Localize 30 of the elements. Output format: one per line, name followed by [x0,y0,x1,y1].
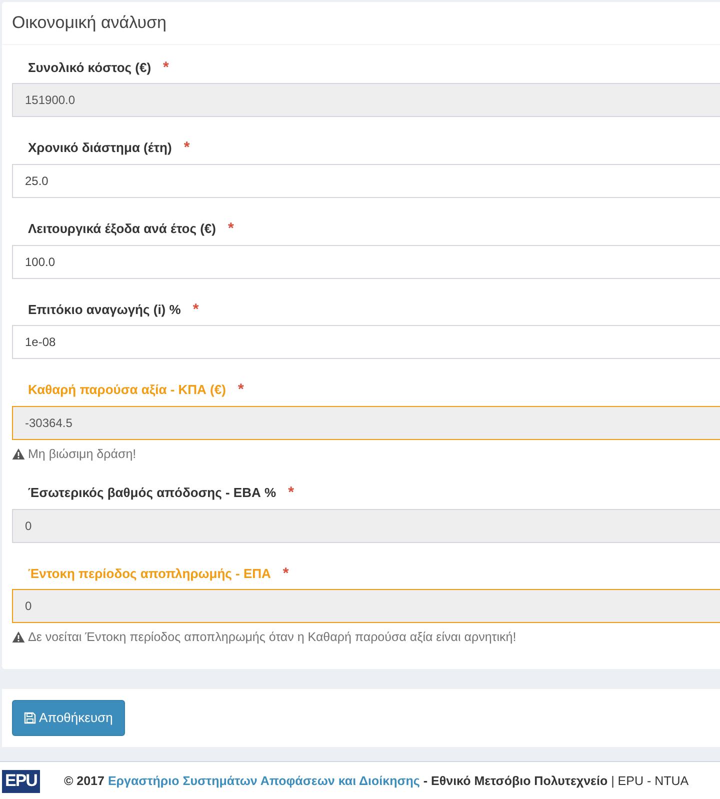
field-label: Έσωτερικός βαθμός απόδοσης - ΕΒΑ % [28,485,276,501]
field-label: Έντοκη περίοδος αποπληρωμής - ΕΠΑ [28,566,271,582]
field-label: Συνολικό κόστος (€) [28,60,152,76]
input-field[interactable]: 100.0 [12,244,720,279]
required-mark: * [184,140,190,156]
field-label: Χρονικό διάστημα (έτη) [28,140,172,156]
help-text: Δε νοείται Έντοκη περίοδος αποπληρωμής όταν η Καθαρή παρούσα αξία είναι αρνητική! [28,629,516,646]
footer-text: © 2017 Εργαστήριο Συστημάτων Αποφάσεων και Διοίκησης - Εθνικό Μετσόβιο Πολυτεχνείο | EPU - NTUA [64,773,689,790]
field-label: Λειτουργικά έξοδα ανά έτος (€) [28,220,216,237]
panel-title: Οικονομική ανάλυση [2,2,720,45]
required-mark: * [288,485,294,500]
input-field[interactable]: 0 [12,508,720,543]
input-field[interactable]: 151900.0 [12,83,720,118]
help-text: Μη βιώσιμη δράση! [28,446,136,462]
logo: EPU [2,770,40,793]
input-field[interactable]: 0 [12,589,720,624]
input-field[interactable]: 25.0 [12,164,720,198]
required-mark: * [238,382,244,398]
input-field[interactable]: -30364.5 [12,406,720,440]
warning-icon [12,631,25,644]
warning-icon [12,448,25,460]
required-mark: * [192,302,199,317]
required-mark: * [228,220,234,236]
lab-link[interactable]: Εργαστήριο Συστημάτων Αποφάσεων και Διοίκησης [108,774,420,788]
field-label: Επιτόκιο αναγωγής (i) % [28,302,181,318]
save-button[interactable]: Αποθήκευση [12,700,125,736]
required-mark: * [163,60,169,75]
field-label: Καθαρή παρούσα αξία - ΚΠΑ (€) [28,382,226,398]
input-field[interactable]: 1e-08 [12,325,720,360]
required-mark: * [282,566,289,581]
